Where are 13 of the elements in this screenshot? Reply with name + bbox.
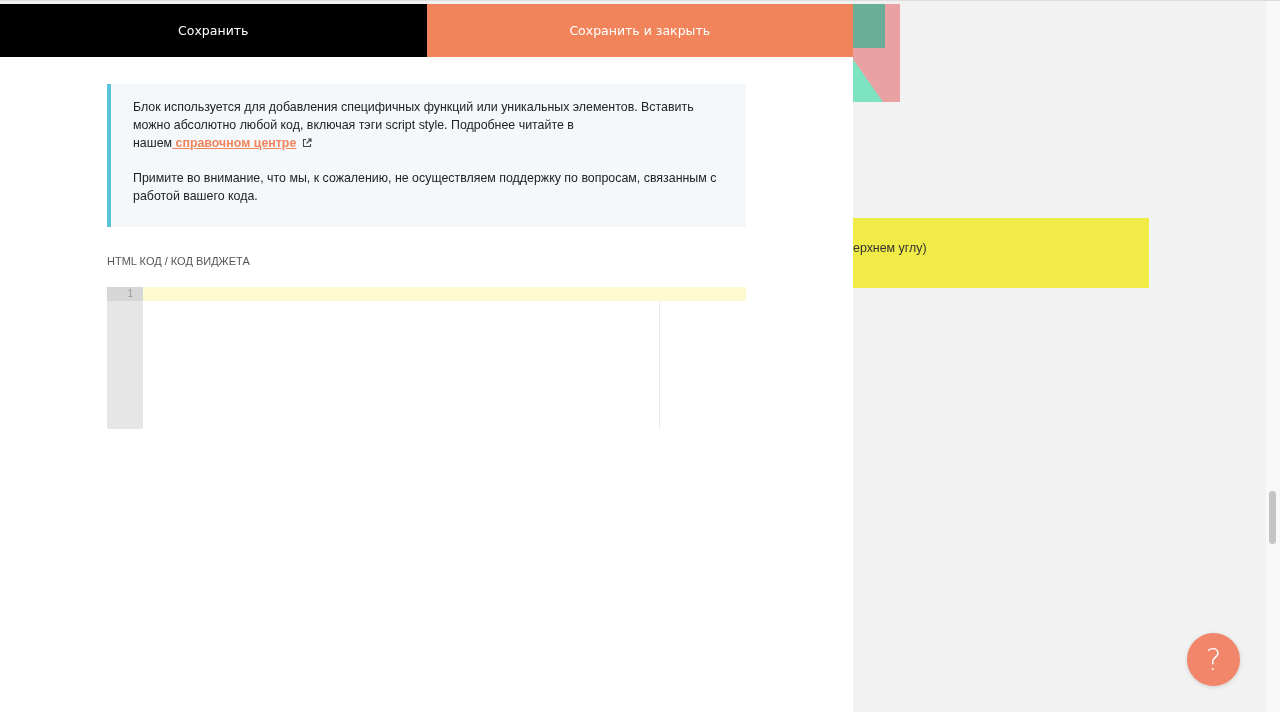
save-button[interactable]: Сохранить [0,4,427,57]
field-label: HTML КОД / КОД ВИДЖЕТА [107,255,251,267]
help-center-link[interactable]: справочном центре [172,136,297,150]
help-button[interactable]: ? [1187,633,1240,686]
info-paragraph: Блок используется для добавления специфичных функций или уникальных элементов. Вставить можно абсолютно любой код, включая тэги script style. Подробнее читайте в нашем справочном центре [133,99,695,152]
info-paragraph: Примите во внимание, что мы, к сожалению, не осуществляем поддержку по вопросам, связанным с работой вашего кода. [133,170,718,205]
code-editor[interactable]: 1 [107,287,746,429]
external-link-icon [302,138,313,148]
line-number: 1 [107,287,143,301]
save-and-close-button[interactable]: Сохранить и закрыть [426,4,853,57]
banner-text: ерхнем углу) [853,241,927,255]
scrollbar-thumb[interactable] [1269,491,1276,544]
scrollbar[interactable] [1266,1,1280,712]
